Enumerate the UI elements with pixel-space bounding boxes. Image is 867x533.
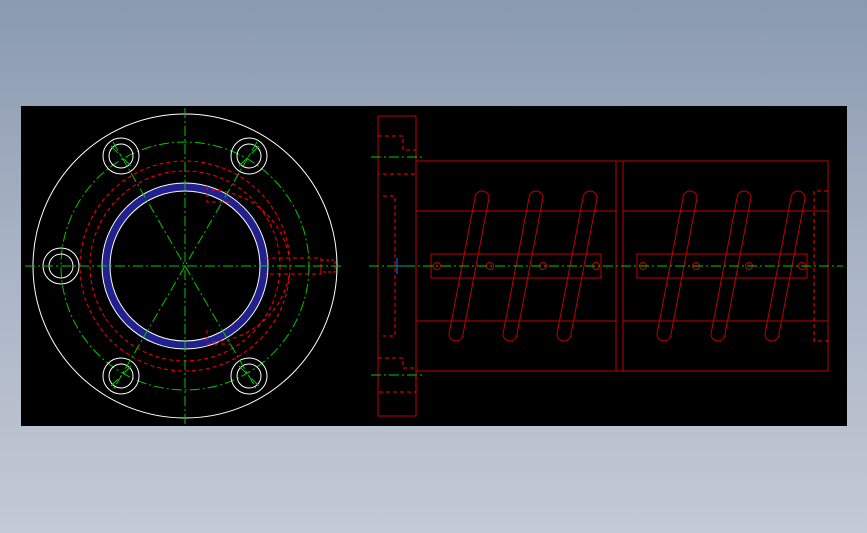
cad-drawing-canvas[interactable]: [21, 106, 847, 426]
cad-viewport[interactable]: [21, 106, 847, 426]
